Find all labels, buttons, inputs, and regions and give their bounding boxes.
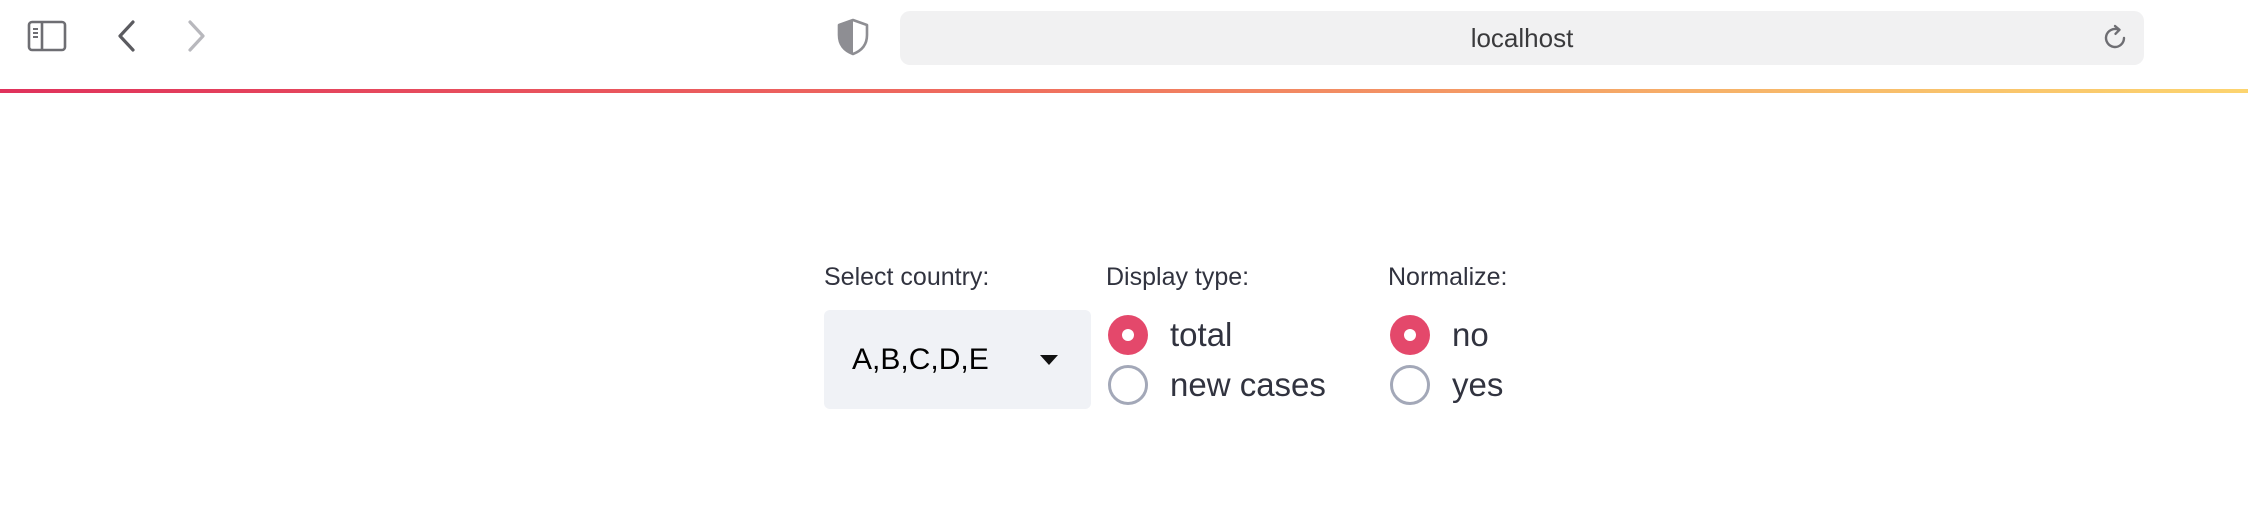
reload-icon[interactable] (2100, 23, 2130, 53)
address-bar[interactable]: localhost (900, 11, 2144, 65)
radio-label-yes: yes (1452, 366, 1504, 403)
radio-selected-icon[interactable] (1108, 315, 1148, 355)
url-text: localhost (1470, 23, 1574, 53)
radio-option-no[interactable]: no (1390, 313, 1489, 357)
radio-label-no: no (1452, 316, 1489, 353)
normalize-label: Normalize: (1388, 263, 1508, 291)
display-type-widget: Display type: total new cases (1106, 262, 1326, 405)
display-type-label: Display type: (1106, 263, 1250, 291)
sidebar-toggle-button[interactable] (17, 6, 77, 66)
forward-button[interactable] (166, 6, 226, 66)
normalize-widget: Normalize: no yes (1388, 262, 1508, 405)
browser-toolbar: localhost (0, 0, 2248, 90)
country-select-widget: Select country: A,B,C,D,E (824, 262, 1091, 409)
radio-unselected-icon[interactable] (1390, 365, 1430, 405)
country-select-value: A,B,C,D,E (852, 343, 989, 376)
radio-label-new-cases: new cases (1170, 366, 1326, 403)
header-decoration-bar (0, 89, 2248, 93)
radio-selected-icon[interactable] (1390, 315, 1430, 355)
radio-label-total: total (1170, 316, 1233, 353)
chevron-left-icon (118, 20, 135, 52)
radio-option-yes[interactable]: yes (1390, 363, 1503, 407)
radio-option-total[interactable]: total (1108, 313, 1232, 357)
shield-icon[interactable] (836, 18, 870, 56)
dropdown-arrow-icon (1040, 355, 1058, 365)
chevron-right-icon (188, 20, 205, 52)
country-select-label: Select country: (824, 263, 990, 291)
radio-unselected-icon[interactable] (1108, 365, 1148, 405)
sidebar-toggle-icon (27, 20, 67, 52)
radio-option-new-cases[interactable]: new cases (1108, 363, 1326, 407)
country-select[interactable]: A,B,C,D,E (824, 310, 1091, 409)
back-button[interactable] (97, 6, 157, 66)
